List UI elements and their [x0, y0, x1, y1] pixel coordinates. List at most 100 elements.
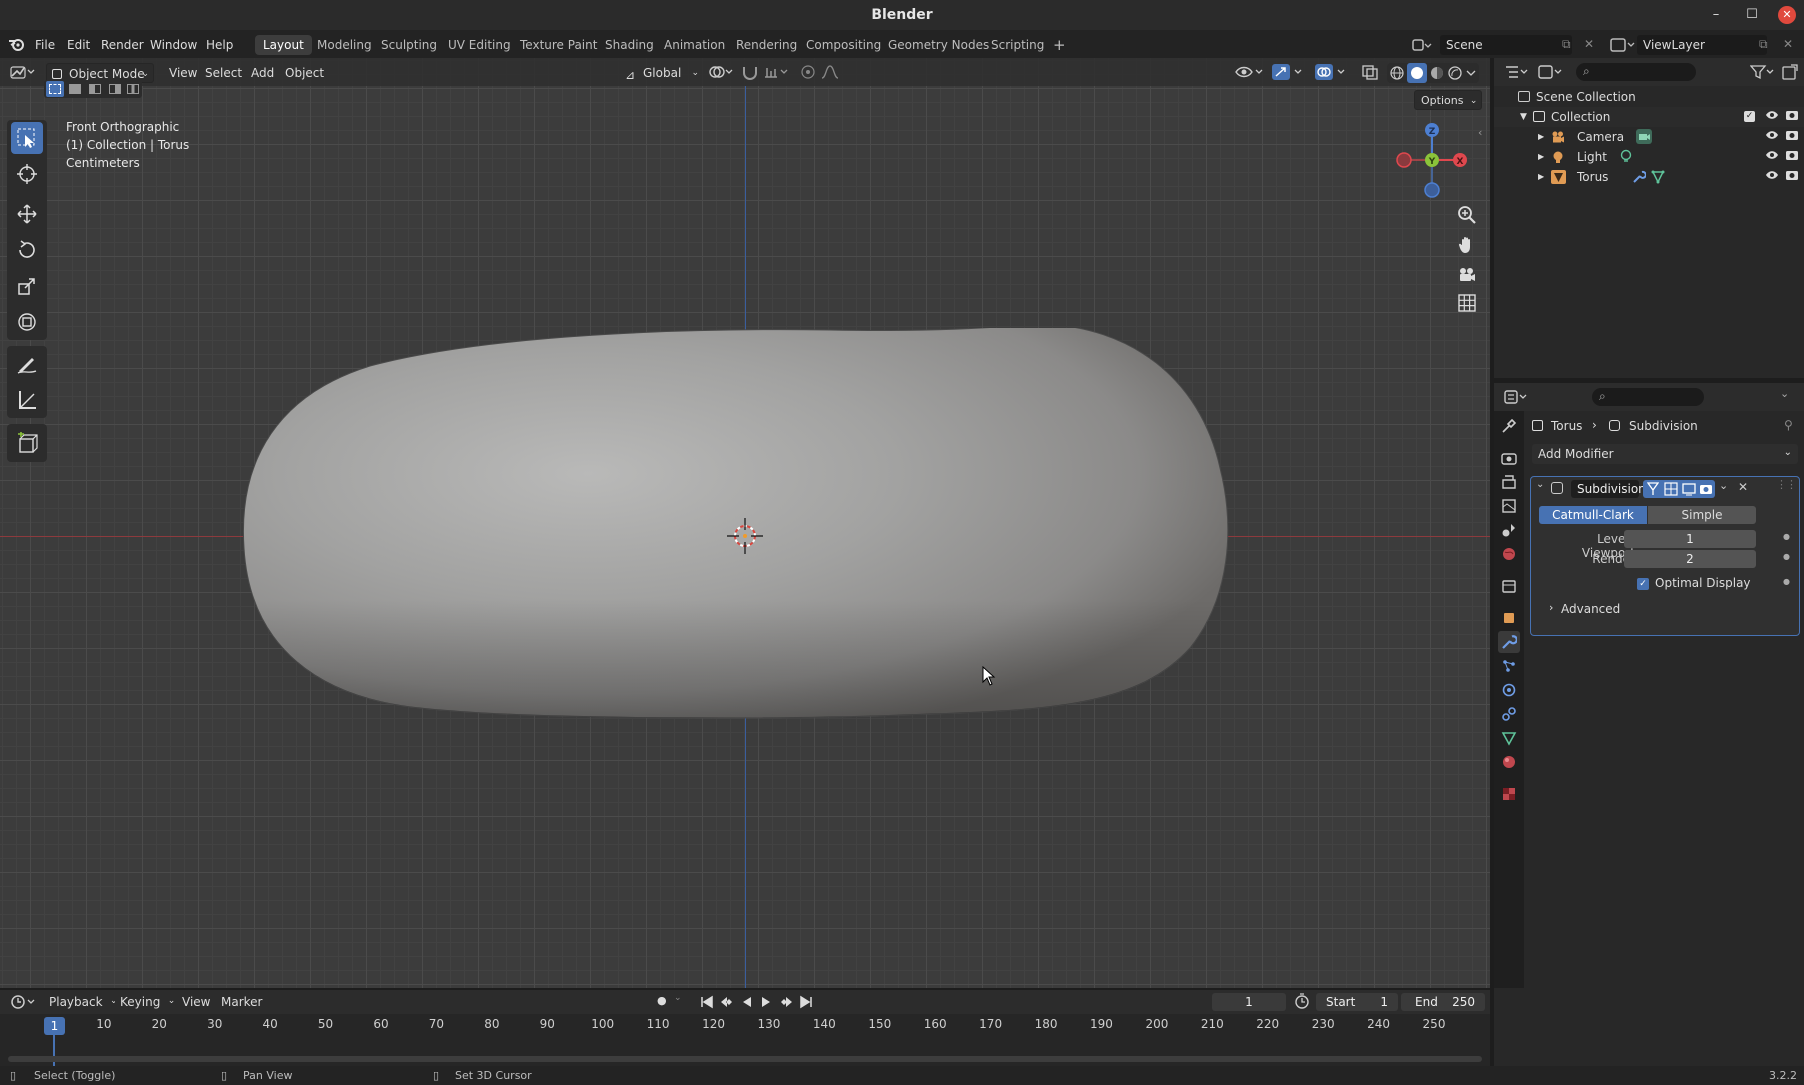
realtime-display-icon[interactable] [1682, 482, 1696, 496]
timeline-menu-view[interactable]: View [177, 992, 215, 1012]
outliner-row-torus[interactable]: ▶ Torus [1494, 167, 1804, 187]
playback-dropdown[interactable]: Playback ⌄ [44, 992, 121, 1012]
select-invert-icon[interactable] [106, 81, 124, 97]
render-camera-icon[interactable] [1785, 168, 1799, 182]
properties-search-input[interactable]: ⌕ [1592, 388, 1704, 406]
tab-sculpting[interactable]: Sculpting [373, 35, 445, 55]
tab-compositing[interactable]: Compositing [798, 35, 889, 55]
tab-texture[interactable] [1498, 783, 1520, 805]
tab-geometry-nodes[interactable]: Geometry Nodes [880, 35, 997, 55]
3d-cursor-icon[interactable] [725, 516, 765, 556]
view-layer-new-icon[interactable]: ⧉ [1759, 37, 1768, 52]
simple-tab[interactable]: Simple [1648, 506, 1756, 524]
add-modifier-dropdown[interactable]: Add Modifier ⌄ [1532, 444, 1798, 464]
filter-icon[interactable] [1750, 64, 1776, 80]
drag-handle-icon[interactable]: ⋮⋮ [1776, 478, 1797, 491]
select-box-tool[interactable] [11, 122, 43, 154]
outliner-row-collection[interactable]: ▼ Collection ✓ [1494, 107, 1804, 127]
modifier-name-field[interactable]: Subdivision [1571, 480, 1646, 498]
snap-target-icon[interactable] [763, 64, 793, 80]
outliner-row-scene-collection[interactable]: Scene Collection [1494, 87, 1804, 107]
scene-new-icon[interactable]: ⧉ [1562, 37, 1571, 52]
editor-type-icon[interactable] [10, 64, 38, 80]
render-toggle-icon[interactable] [1699, 482, 1713, 496]
navigation-gizmo[interactable]: Z X Y [1392, 120, 1472, 200]
menu-render[interactable]: Render [101, 38, 144, 52]
outliner-editor-type-icon[interactable] [1504, 64, 1530, 80]
eye-icon[interactable] [1765, 168, 1779, 182]
minimize-button[interactable]: – [1707, 6, 1725, 24]
preview-range-icon[interactable] [1294, 993, 1310, 1009]
rotate-tool[interactable] [11, 234, 43, 266]
catmull-clark-tab[interactable]: Catmull-Clark [1539, 506, 1647, 524]
snap-icon[interactable] [741, 64, 759, 80]
proportional-edit-icon[interactable] [799, 64, 817, 80]
breadcrumb-modifier[interactable]: Subdivision [1629, 419, 1698, 433]
timeline-scrollbar[interactable] [8, 1056, 1482, 1062]
mesh-data-icon[interactable] [1651, 169, 1665, 184]
material-preview-icon[interactable] [1429, 65, 1445, 81]
blender-logo-icon[interactable] [8, 37, 26, 51]
light-data-icon[interactable] [1619, 149, 1633, 164]
jump-keyframe-forward-icon[interactable] [778, 994, 794, 1010]
tab-shading[interactable]: Shading [597, 35, 662, 55]
expand-arrow-icon[interactable]: ▶ [1538, 167, 1544, 187]
maximize-button[interactable]: ☐ [1743, 6, 1761, 24]
view-layer-icon[interactable] [1609, 36, 1637, 54]
play-icon[interactable] [759, 994, 773, 1010]
select-intersect-icon[interactable] [124, 81, 142, 97]
pivot-point-icon[interactable] [708, 64, 736, 80]
pin-icon[interactable]: ⚲ [1784, 418, 1793, 432]
modifier-menu-icon[interactable]: ⌄ [1719, 479, 1728, 492]
modifier-wrench-icon[interactable] [1632, 169, 1646, 184]
camera-data-icon[interactable] [1636, 129, 1652, 144]
menu-edit[interactable]: Edit [67, 38, 90, 52]
menu-help[interactable]: Help [206, 38, 233, 52]
eye-icon[interactable] [1765, 128, 1779, 142]
zoom-view-button[interactable] [1452, 200, 1482, 230]
end-frame-field[interactable]: End 250 [1401, 993, 1485, 1011]
render-camera-icon[interactable] [1785, 148, 1799, 162]
tab-scripting[interactable]: Scripting [983, 35, 1052, 55]
tab-tool[interactable] [1498, 415, 1520, 437]
menu-add[interactable]: Add [246, 63, 279, 83]
exclude-checkbox-icon[interactable]: ✓ [1744, 111, 1755, 122]
view-layer-remove-icon[interactable]: ✕ [1783, 37, 1793, 51]
render-levels-field[interactable]: 2 [1624, 550, 1756, 568]
ortho-toggle-button[interactable] [1452, 288, 1482, 318]
measure-tool[interactable] [11, 384, 43, 416]
keyframe-dot-icon[interactable]: ● [1783, 552, 1790, 561]
advanced-subpanel[interactable]: › Advanced [1549, 601, 1749, 621]
view-layer-field[interactable]: ViewLayer [1637, 35, 1767, 55]
select-subtract-icon[interactable] [86, 81, 104, 97]
tab-particles[interactable] [1498, 655, 1520, 677]
scene-name-field[interactable]: Scene [1440, 35, 1572, 55]
scene-selector-icon[interactable] [1410, 35, 1432, 55]
select-new-icon[interactable] [46, 81, 64, 97]
optimal-display-checkbox[interactable]: ✓ [1637, 578, 1649, 590]
tab-constraints[interactable] [1498, 703, 1520, 725]
tab-modifiers[interactable] [1498, 631, 1520, 653]
properties-editor-type-icon[interactable] [1504, 389, 1530, 405]
3d-viewport[interactable]: Object Mode ⌄ View Select Add Object ⊿ G… [0, 58, 1490, 988]
eye-icon[interactable] [1765, 108, 1779, 122]
levels-viewport-field[interactable]: 1 [1624, 530, 1756, 548]
gizmo-toggle-icon[interactable] [1272, 64, 1306, 80]
tab-physics[interactable] [1498, 679, 1520, 701]
expand-arrow-icon[interactable]: ▶ [1538, 147, 1544, 167]
menu-window[interactable]: Window [150, 38, 197, 52]
select-extend-icon[interactable] [66, 81, 84, 97]
keyframe-dot-icon[interactable]: ● [1783, 532, 1790, 541]
tab-material[interactable] [1498, 751, 1520, 773]
camera-view-button[interactable] [1452, 260, 1482, 290]
tab-rendering[interactable]: Rendering [728, 35, 805, 55]
keyframe-dot-icon[interactable]: ● [1783, 577, 1790, 586]
tab-output[interactable] [1498, 471, 1520, 493]
keying-dropdown[interactable]: Keying ⌄ [115, 992, 179, 1012]
sidebar-toggle-icon[interactable]: ‹ [1478, 126, 1482, 139]
shading-options-icon[interactable] [1465, 67, 1477, 79]
display-mode-icon[interactable] [1538, 64, 1564, 80]
jump-keyframe-back-icon[interactable] [719, 994, 735, 1010]
timeline-menu-marker[interactable]: Marker [216, 992, 267, 1012]
transform-orientation-dropdown[interactable]: ⊿ Global ⌄ [621, 63, 701, 83]
